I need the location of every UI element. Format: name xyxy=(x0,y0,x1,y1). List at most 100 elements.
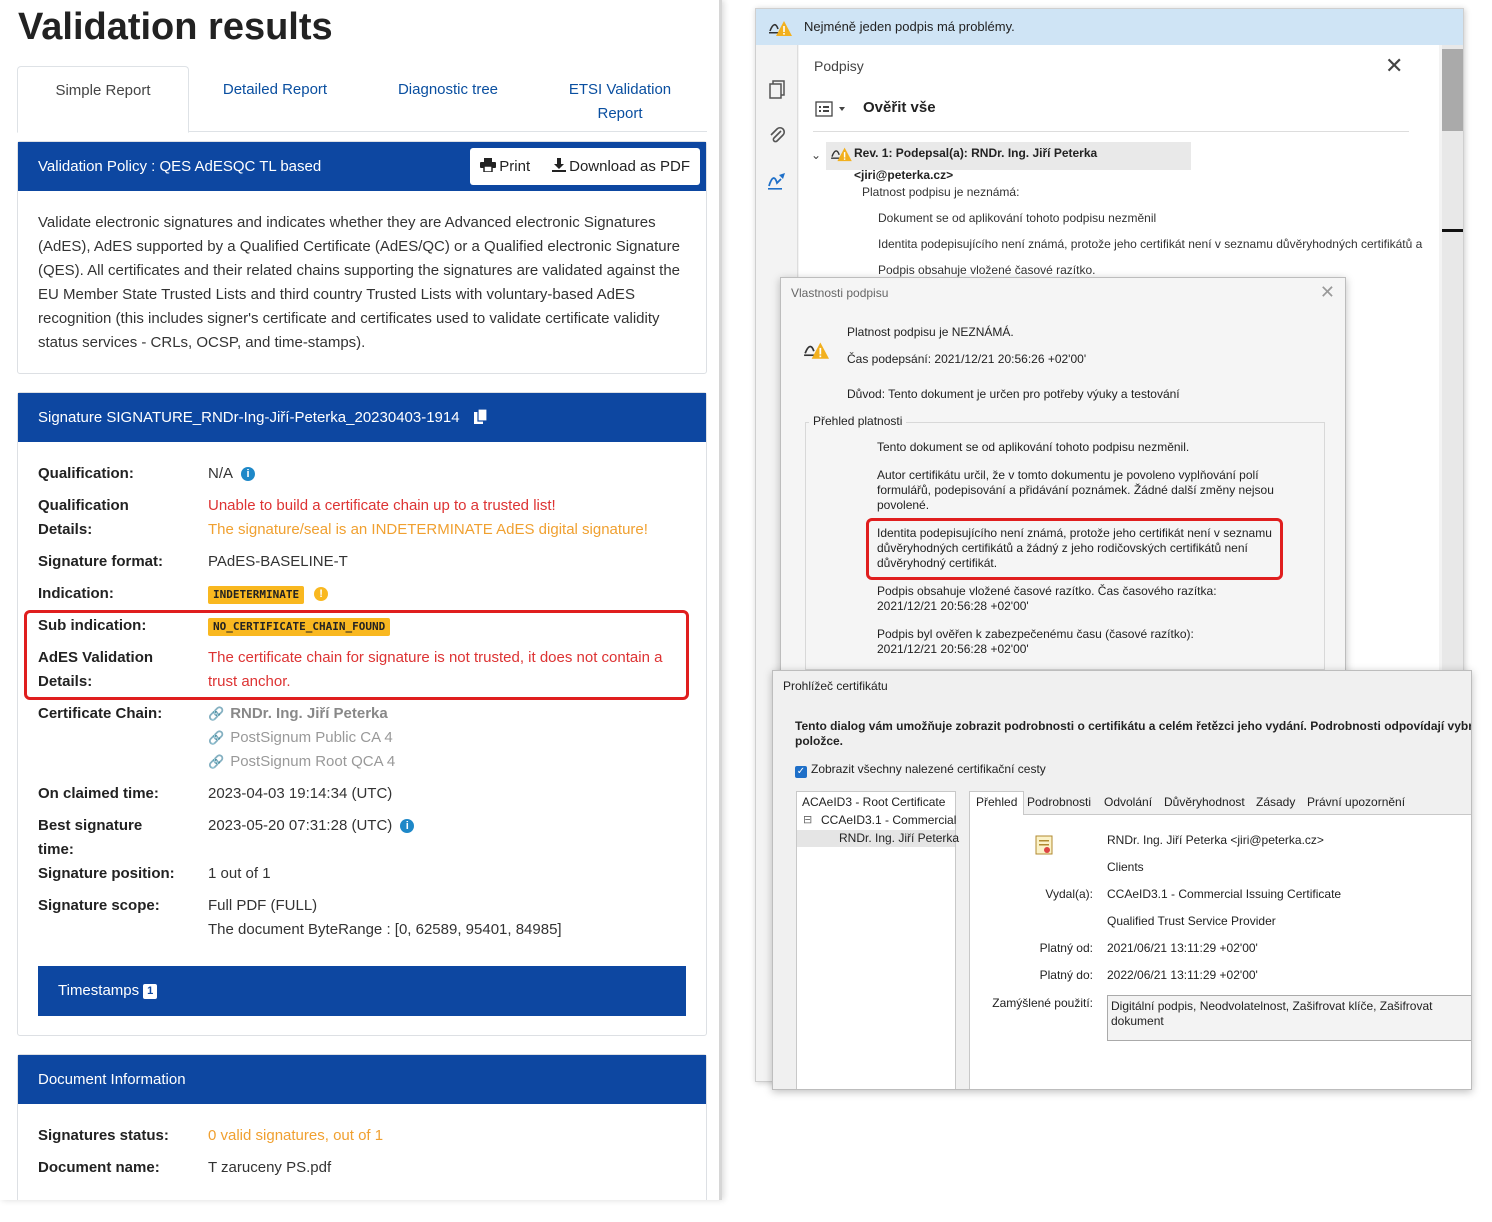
qualification-error: Unable to build a certificate chain up t… xyxy=(208,497,556,514)
indication-label: Indication: xyxy=(38,585,114,602)
signature-warning-icon xyxy=(831,147,852,162)
intended-usage-box: Digitální podpis, Neodvolatelnost, Zašif… xyxy=(1107,995,1471,1041)
tab-trust[interactable]: Důvěryhodnost xyxy=(1164,795,1245,809)
info-icon[interactable]: i xyxy=(241,467,256,481)
tab-revocation[interactable]: Odvolání xyxy=(1104,795,1152,809)
valid-from-value: 2021/06/21 13:11:29 +02'00' xyxy=(1107,941,1258,955)
pages-icon[interactable] xyxy=(767,79,787,99)
highlight-box xyxy=(24,610,689,700)
intended-usage-label: Zamýšlené použití: xyxy=(992,996,1093,1010)
tab-legal-notice[interactable]: Právní upozornění xyxy=(1307,795,1405,809)
close-icon[interactable]: ✕ xyxy=(1385,53,1403,79)
summary-item: Podpis obsahuje vložené časové razítko. … xyxy=(877,584,1217,614)
issuer-label: Vydal(a): xyxy=(1045,887,1093,901)
certificate-chain-label: Certificate Chain: xyxy=(38,705,163,722)
summary-line: 2021/12/21 20:56:28 +02'00' xyxy=(877,599,1029,613)
chevron-down-icon[interactable]: ⌄ xyxy=(811,148,821,162)
tree-item[interactable]: Dokument se od aplikování tohoto podpisu… xyxy=(878,211,1156,225)
tree-item[interactable]: CCAeID3.1 - Commercial xyxy=(821,813,956,827)
show-all-paths-checkbox[interactable]: ✓ Zobrazit všechny nalezené certifikační … xyxy=(795,762,1046,778)
signature-scope-byterange: The document ByteRange : [0, 62589, 9540… xyxy=(208,921,562,938)
collapse-icon[interactable]: ⊟ xyxy=(803,813,812,826)
indication-value: INDETERMINATE! xyxy=(208,582,329,606)
document-header: Document Information xyxy=(18,1055,706,1104)
claimed-time-value: 2023-04-03 19:14:34 (UTC) xyxy=(208,785,393,802)
validity-status: Platnost podpisu je NEZNÁMÁ. xyxy=(847,325,1014,339)
highlight-box xyxy=(866,518,1283,580)
signature-panel-icon[interactable] xyxy=(767,171,787,191)
download-pdf-button[interactable]: Download as PDF xyxy=(552,148,690,185)
policy-header: Validation Policy : QES AdESQC TL based … xyxy=(18,142,706,191)
chain-item-label: PostSignum Root QCA 4 xyxy=(230,753,396,770)
notice-text: Nejméně jeden podpis má problémy. xyxy=(804,19,1015,34)
summary-line: Autor certifikátu určil, že v tomto doku… xyxy=(877,468,1259,482)
dialog-title: Prohlížeč certifikátu xyxy=(783,679,888,693)
revision-row[interactable]: Rev. 1: Podepsal(a): RNDr. Ing. Jiří Pet… xyxy=(826,142,1191,182)
document-card: Document Information Signatures status: … xyxy=(17,1054,707,1200)
tree-item[interactable]: Podpis obsahuje vložené časové razítko. xyxy=(878,263,1095,277)
dialog-intro: Tento dialog vám umožňuje zobrazit podro… xyxy=(795,719,1471,749)
print-button[interactable]: Print xyxy=(480,148,530,185)
document-name-label: Document name: xyxy=(38,1159,160,1176)
link-icon: 🔗 xyxy=(208,754,225,769)
tab-simple-report[interactable]: Simple Report xyxy=(17,66,189,133)
chain-item[interactable]: 🔗 RNDr. Ing. Jiří Peterka xyxy=(208,702,388,726)
intro-line: položce. xyxy=(795,734,844,748)
check-icon: ✓ xyxy=(795,766,807,778)
divider xyxy=(813,131,1409,132)
document-name-value: T zaruceny PS.pdf xyxy=(208,1159,332,1176)
link-icon: 🔗 xyxy=(208,706,225,721)
qualification-warning: The signature/seal is an INDETERMINATE A… xyxy=(208,521,648,538)
indication-badge: INDETERMINATE xyxy=(208,586,305,604)
signature-warning-icon xyxy=(769,21,792,36)
summary-line: povolené. xyxy=(877,498,930,512)
link-icon: 🔗 xyxy=(208,730,225,745)
policy-card: Validation Policy : QES AdESQC TL based … xyxy=(17,141,707,374)
tree-item[interactable]: Identita podepisujícího není známá, prot… xyxy=(878,237,1422,251)
revision-text: Rev. 1: Podepsal(a): RNDr. Ing. Jiří Pet… xyxy=(854,146,1098,182)
warning-icon[interactable]: ! xyxy=(314,587,329,601)
tree-item[interactable]: ACAeID3 - Root Certificate xyxy=(802,795,945,809)
chain-item-label: PostSignum Public CA 4 xyxy=(230,729,393,746)
tab-policies[interactable]: Zásady xyxy=(1256,795,1295,809)
certificate-subject-org: Clients xyxy=(1107,860,1144,874)
validation-report-panel: Validation results Simple Report Detaile… xyxy=(0,0,722,1200)
issuer-org: Qualified Trust Service Provider xyxy=(1107,914,1276,928)
tab-etsi-validation-report[interactable]: ETSI Validation Report xyxy=(545,66,695,132)
tab-details[interactable]: Podrobnosti xyxy=(1027,795,1091,809)
signature-title: Signature SIGNATURE_RNDr-Ing-Jiří-Peterk… xyxy=(38,409,460,426)
options-menu-icon[interactable] xyxy=(815,101,851,117)
tree-item-selected[interactable]: RNDr. Ing. Jiří Peterka xyxy=(839,831,959,845)
best-time-label-line1: Best signature xyxy=(38,817,143,834)
signature-scope-label: Signature scope: xyxy=(38,897,160,914)
validity-summary-label: Přehled platnosti xyxy=(809,414,907,428)
chain-item-label: RNDr. Ing. Jiří Peterka xyxy=(230,705,388,722)
tab-detailed-report[interactable]: Detailed Report xyxy=(195,66,355,132)
timestamps-toggle[interactable]: Timestamps 1 xyxy=(38,966,686,1016)
summary-item: Autor certifikátu určil, že v tomto doku… xyxy=(877,468,1274,513)
signature-properties-dialog: Vlastnosti podpisu ✕ Platnost podpisu je… xyxy=(780,277,1346,697)
scrollbar-thumb[interactable] xyxy=(1442,49,1463,131)
certificate-tree: ACAeID3 - Root Certificate ⊟ CCAeID3.1 -… xyxy=(796,791,959,1089)
signature-position-label: Signature position: xyxy=(38,865,175,882)
signatures-status-value: 0 valid signatures, out of 1 xyxy=(208,1127,384,1144)
verify-all-button[interactable]: Ověřit vše xyxy=(863,99,936,116)
timestamps-label: Timestamps xyxy=(58,982,140,999)
qualification-details-label-line2: Details: xyxy=(38,521,93,538)
chain-item[interactable]: 🔗 PostSignum Root QCA 4 xyxy=(208,750,395,774)
close-icon[interactable]: ✕ xyxy=(1320,282,1335,303)
qualification-details-label-line1: Qualification xyxy=(38,497,129,514)
attachment-icon[interactable] xyxy=(767,125,787,145)
tab-diagnostic-tree[interactable]: Diagnostic tree xyxy=(369,66,527,132)
info-icon[interactable]: i xyxy=(400,819,415,833)
signatures-panel-title: Podpisy xyxy=(814,58,864,74)
validity-unknown-text: Platnost podpisu je neznámá: xyxy=(862,185,1020,199)
tab-overview[interactable]: Přehled xyxy=(969,791,1025,816)
copy-icon[interactable] xyxy=(473,408,488,425)
valid-to-value: 2022/06/21 13:11:29 +02'00' xyxy=(1107,968,1258,982)
chain-item[interactable]: 🔗 PostSignum Public CA 4 xyxy=(208,726,393,750)
qualification-text: N/A xyxy=(208,465,234,482)
valid-to-label: Platný do: xyxy=(1039,968,1093,982)
usage-line: Digitální podpis, Neodvolatelnost, Zašif… xyxy=(1111,999,1433,1013)
usage-line: dokument xyxy=(1111,1014,1164,1028)
